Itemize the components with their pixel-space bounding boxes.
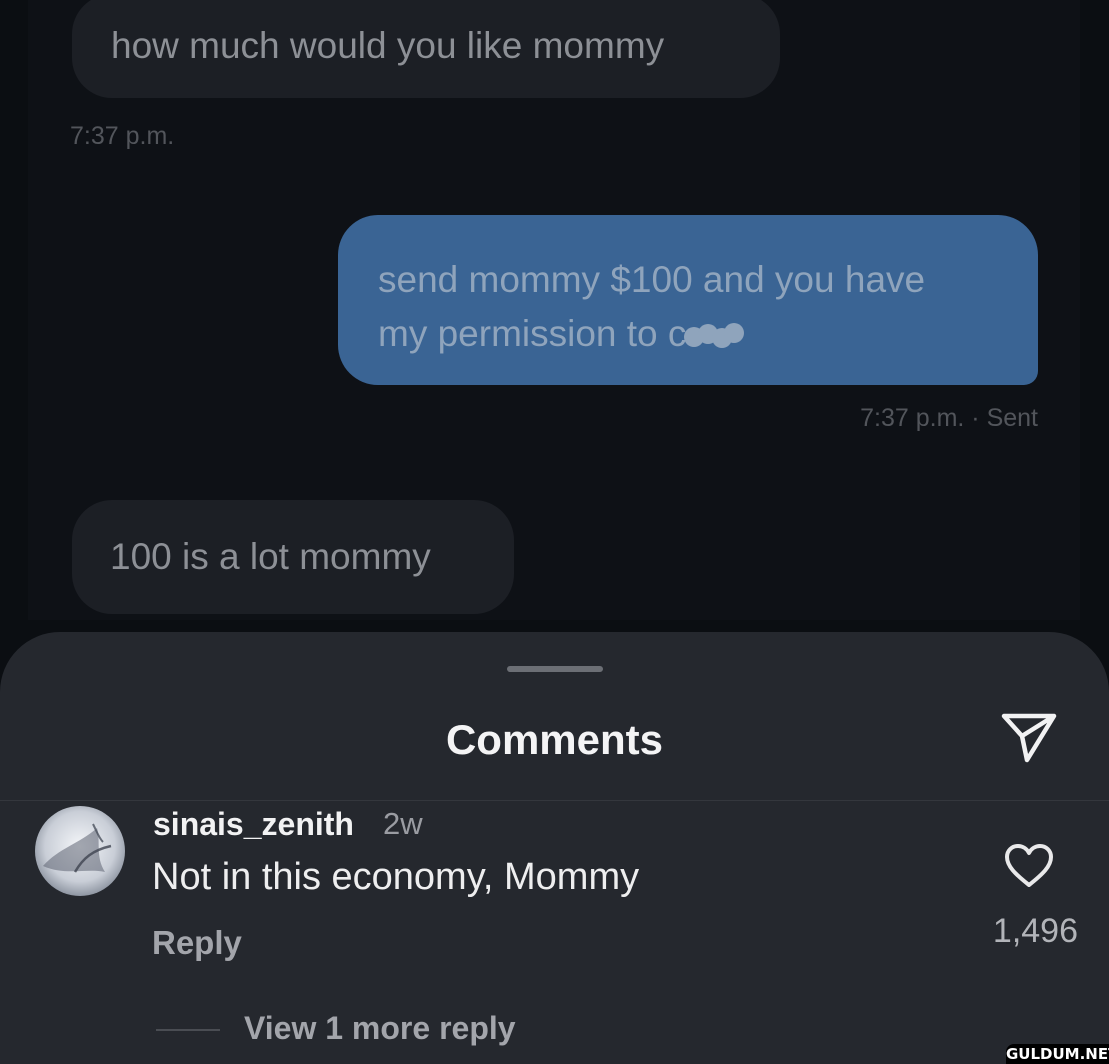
reply-button[interactable]: Reply	[152, 924, 242, 962]
chat-screenshot: how much would you like mommy 7:37 p.m. …	[0, 0, 1109, 640]
avatar-image	[35, 806, 125, 896]
drag-handle[interactable]	[507, 666, 603, 672]
outgoing-message-bubble: send mommy $100 and you have my permissi…	[338, 215, 1038, 385]
incoming-message-bubble: how much would you like mommy	[72, 0, 780, 98]
sheet-title: Comments	[445, 716, 664, 763]
comments-sheet: Comments sinais_zenith 2w Not in this ec…	[0, 632, 1109, 1064]
message-line: my permission to c	[378, 307, 1008, 361]
avatar[interactable]	[35, 806, 125, 896]
view-more-replies-button[interactable]: View 1 more reply	[244, 1010, 516, 1047]
paper-plane-icon[interactable]	[998, 709, 1060, 765]
watermark: GULDUM.NET	[1006, 1044, 1109, 1064]
redaction-scribble	[684, 323, 745, 349]
message-text: how much would you like mommy	[111, 25, 665, 66]
message-sent-status: 7:37 p.m. · Sent	[860, 404, 1038, 432]
divider	[0, 800, 1109, 801]
message-text: my permission to c	[378, 313, 687, 354]
incoming-message-bubble: 100 is a lot mommy	[72, 500, 514, 614]
message-line: send mommy $100 and you have	[378, 259, 926, 300]
message-text: 100 is a lot mommy	[110, 536, 431, 577]
heart-icon[interactable]	[1003, 842, 1055, 890]
replies-divider	[156, 1029, 220, 1031]
comment-time: 2w	[383, 806, 423, 841]
message-timestamp: 7:37 p.m.	[70, 122, 175, 150]
like-count: 1,496	[992, 912, 1078, 950]
comment-text: Not in this economy, Mommy	[152, 856, 640, 898]
screenshot-root: how much would you like mommy 7:37 p.m. …	[0, 0, 1109, 1064]
comment-username[interactable]: sinais_zenith	[153, 806, 354, 843]
